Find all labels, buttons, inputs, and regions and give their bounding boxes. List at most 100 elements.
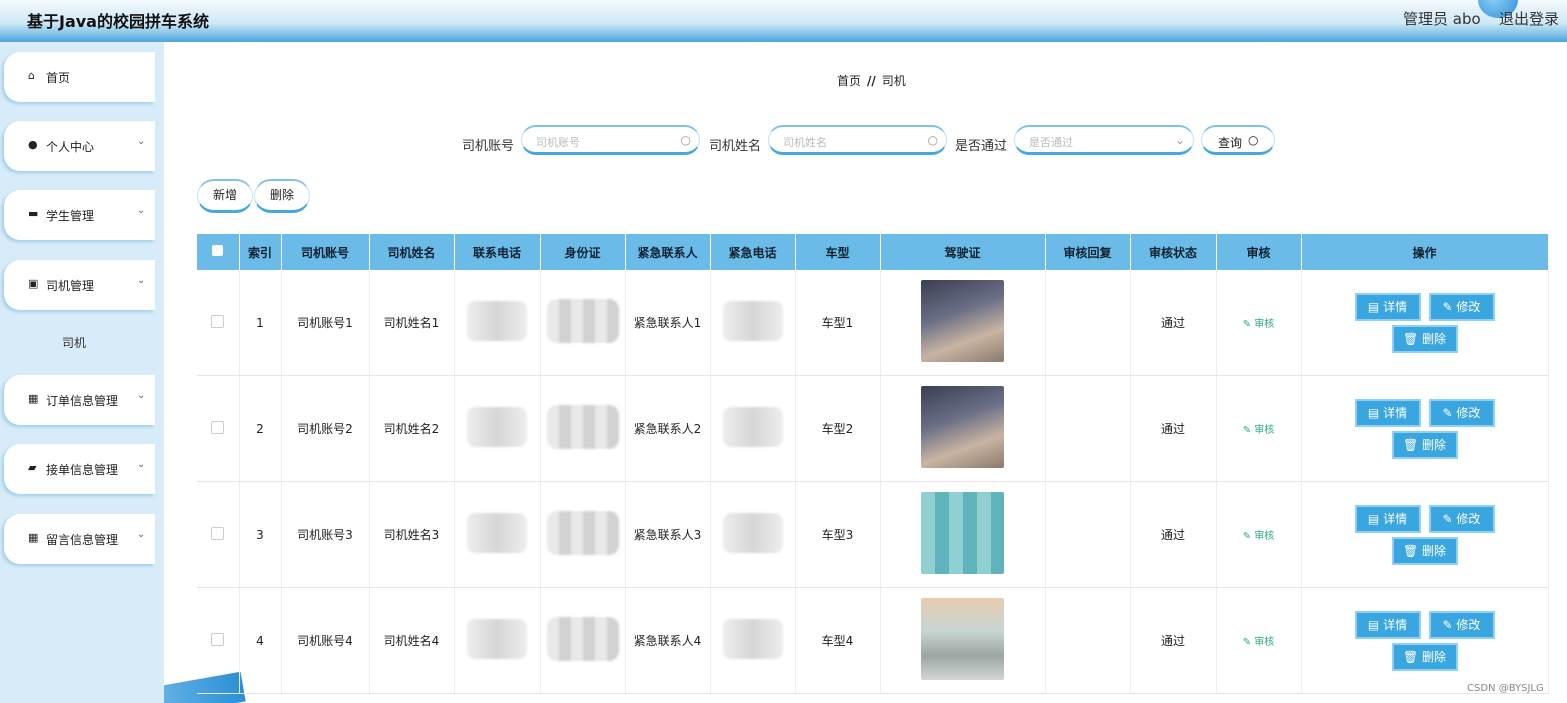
detail-button[interactable]: ▤ 详情	[1354, 610, 1421, 639]
sidebar-item-label: 订单信息管理	[46, 394, 119, 408]
breadcrumb: 首页 // 司机	[837, 72, 906, 89]
edit-button[interactable]: ✎ 修改	[1428, 292, 1495, 321]
row-name: 司机姓名3	[369, 481, 455, 588]
breadcrumb-separator: //	[867, 74, 876, 88]
trash-icon: 🗑	[1402, 437, 1423, 452]
audit-link[interactable]: ✎ 审核	[1243, 637, 1275, 648]
blurred-id-card	[546, 511, 619, 555]
chevron-down-icon: ⌄	[1174, 133, 1185, 147]
row-checkbox[interactable]	[211, 526, 225, 540]
column-header: 司机姓名	[369, 234, 455, 270]
row-index: 4	[239, 587, 282, 694]
edit-button[interactable]: ✎ 修改	[1428, 504, 1495, 533]
grid-icon: ▦	[28, 531, 39, 544]
driver-table: 索引 司机账号 司机姓名 联系电话 身份证 紧急联系人 紧急电话 车型 驾驶证 …	[197, 234, 1549, 694]
sidebar-item-orders[interactable]: ▦ 订单信息管理 ⌄	[4, 375, 155, 425]
row-checkbox[interactable]	[211, 314, 225, 328]
row-audit-reply	[1045, 587, 1131, 694]
delete-button[interactable]: 🗑 删除	[1391, 642, 1458, 671]
sidebar-item-label: 学生管理	[46, 209, 95, 223]
row-name: 司机姓名1	[369, 270, 455, 376]
delete-button-label: 删除	[1422, 649, 1447, 664]
blurred-emergency-phone	[722, 301, 783, 341]
blurred-emergency-phone	[722, 513, 783, 553]
account-search-box[interactable]: ○	[521, 125, 700, 155]
audit-link[interactable]: ✎ 审核	[1243, 531, 1275, 542]
account-search-input[interactable]	[534, 132, 678, 152]
passed-select-input[interactable]	[1027, 132, 1171, 152]
batch-delete-button[interactable]: 删除	[254, 179, 310, 213]
breadcrumb-home[interactable]: 首页	[837, 74, 861, 88]
sidebar-item-label: 首页	[46, 71, 71, 85]
detail-button[interactable]: ▤ 详情	[1354, 504, 1421, 533]
row-index: 1	[239, 270, 282, 376]
sidebar-item-label: 留言信息管理	[46, 533, 119, 547]
logout-link[interactable]: 退出登录	[1499, 8, 1559, 29]
detail-button[interactable]: ▤ 详情	[1354, 398, 1421, 427]
row-checkbox[interactable]	[211, 420, 225, 434]
row-emergency-contact: 紧急联系人2	[625, 375, 711, 482]
select-all-cell[interactable]	[197, 234, 240, 270]
sidebar-item-accept-orders[interactable]: ▰ 接单信息管理 ⌄	[4, 444, 155, 494]
row-index: 3	[239, 481, 282, 588]
sidebar-item-personal[interactable]: ● 个人中心 ⌄	[4, 121, 155, 171]
row-emergency-contact: 紧急联系人1	[625, 270, 711, 376]
sidebar-item-label: 接单信息管理	[46, 463, 119, 477]
column-header: 操作	[1301, 234, 1549, 270]
sidebar-item-home[interactable]: ⌂ 首页	[4, 52, 155, 102]
table-row: 4 司机账号4 司机姓名4 紧急联系人4 车型4 通过 ✎ 审核 ▤ 详情 ✎ 修…	[197, 587, 1549, 694]
license-photo	[921, 492, 1004, 574]
chevron-down-icon: ⌄	[137, 459, 146, 470]
app-title: 基于Java的校园拼车系统	[27, 12, 209, 31]
row-audit-reply	[1045, 375, 1131, 482]
message-icon: ▬	[28, 207, 39, 220]
delete-button-label: 删除	[1422, 331, 1447, 346]
column-header: 索引	[239, 234, 282, 270]
admin-label: 管理员 abo	[1403, 10, 1481, 28]
column-header: 审核回复	[1045, 234, 1131, 270]
chevron-down-icon: ⌄	[137, 205, 146, 216]
query-button[interactable]: 查询 ○	[1201, 125, 1275, 155]
detail-button-label: 详情	[1383, 405, 1408, 420]
name-search-box[interactable]: ○	[768, 125, 947, 155]
row-account: 司机账号1	[281, 270, 370, 376]
row-index: 2	[239, 375, 282, 482]
top-bar: 基于Java的校园拼车系统 管理员 abo 退出登录	[0, 0, 1567, 42]
blurred-emergency-phone	[722, 407, 783, 447]
row-audit-status: 通过	[1130, 270, 1217, 376]
sidebar-item-messages[interactable]: ▦ 留言信息管理 ⌄	[4, 514, 155, 564]
chevron-down-icon: ⌄	[137, 275, 146, 286]
row-checkbox[interactable]	[211, 632, 225, 646]
row-name: 司机姓名2	[369, 375, 455, 482]
document-icon: ▤	[1367, 617, 1384, 632]
table-row: 3 司机账号3 司机姓名3 紧急联系人3 车型3 通过 ✎ 审核 ▤ 详情 ✎ 修…	[197, 481, 1549, 588]
edit-button[interactable]: ✎ 修改	[1428, 398, 1495, 427]
row-audit-status: 通过	[1130, 481, 1217, 588]
select-all-checkbox[interactable]	[212, 245, 224, 256]
detail-button[interactable]: ▤ 详情	[1354, 292, 1421, 321]
blurred-phone	[467, 301, 527, 341]
add-button[interactable]: 新增	[197, 179, 253, 213]
sidebar-item-drivers[interactable]: ▣ 司机管理 ⌄	[4, 260, 155, 310]
delete-button-label: 删除	[1422, 437, 1447, 452]
delete-button-label: 删除	[1422, 543, 1447, 558]
row-name: 司机姓名4	[369, 587, 455, 694]
audit-link[interactable]: ✎ 审核	[1243, 319, 1275, 330]
row-account: 司机账号4	[281, 587, 370, 694]
sidebar-item-students[interactable]: ▬ 学生管理 ⌄	[4, 190, 155, 240]
row-car-type: 车型1	[795, 270, 881, 376]
delete-button[interactable]: 🗑 删除	[1391, 430, 1458, 459]
row-account: 司机账号2	[281, 375, 370, 482]
chevron-down-icon: ⌄	[137, 390, 146, 401]
edit-button[interactable]: ✎ 修改	[1428, 610, 1495, 639]
audit-link[interactable]: ✎ 审核	[1243, 425, 1275, 436]
column-header: 身份证	[540, 234, 626, 270]
delete-button[interactable]: 🗑 删除	[1391, 536, 1458, 565]
sidebar-subitem-driver[interactable]: 司机	[62, 334, 86, 351]
passed-select[interactable]: ⌄	[1014, 125, 1194, 155]
edit-icon: ✎	[1242, 319, 1255, 330]
passed-label: 是否通过	[955, 139, 1008, 154]
delete-button[interactable]: 🗑 删除	[1391, 324, 1458, 353]
column-header: 紧急电话	[710, 234, 796, 270]
name-search-input[interactable]	[781, 132, 925, 152]
